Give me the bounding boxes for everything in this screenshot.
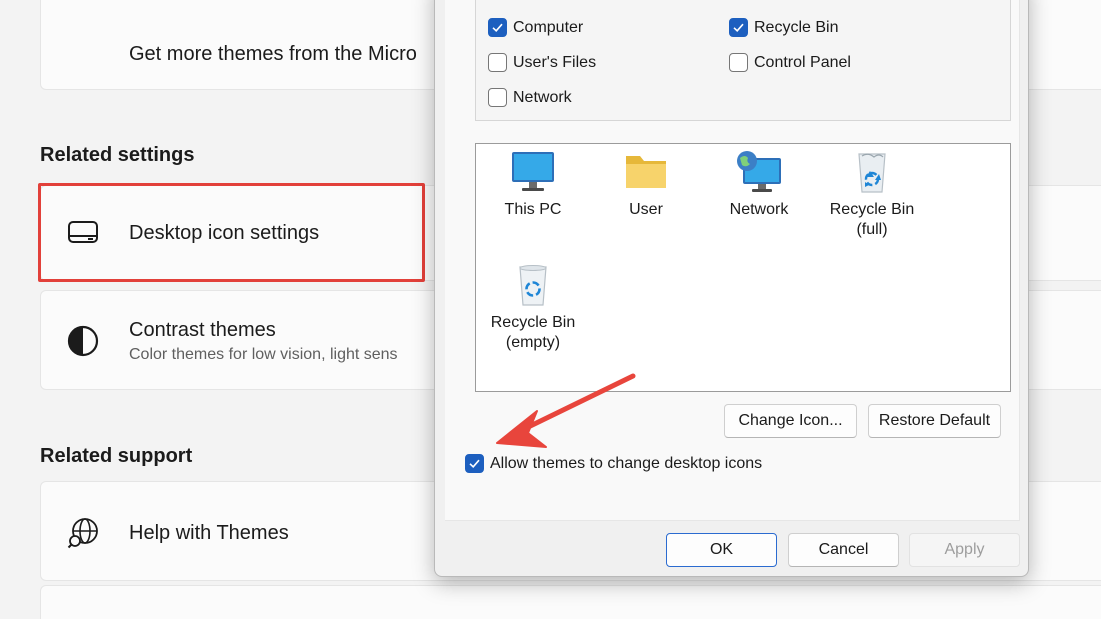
checkbox-recycle-bin[interactable]: Recycle Bin: [729, 18, 838, 37]
checkbox-users-files-label: User's Files: [513, 53, 597, 71]
desktop-icons-groupbox: Computer Recycle Bin User's Files Contro…: [475, 0, 1011, 121]
list-item-network-label: Network: [729, 201, 789, 218]
checkbox-computer[interactable]: Computer: [488, 18, 583, 37]
checkmark-icon: [469, 459, 480, 468]
list-item-recycle-bin-empty-label-2: (empty): [505, 334, 561, 351]
related-support-heading: Related support: [40, 445, 193, 467]
checkbox-network-box[interactable]: [488, 88, 507, 107]
checkbox-recycle-bin-label: Recycle Bin: [754, 18, 839, 36]
list-item-recycle-bin-full-label-2: (full): [856, 221, 888, 238]
list-item-recycle-bin-full[interactable]: Recycle Bin (full): [817, 150, 927, 240]
checkbox-users-files[interactable]: User's Files: [488, 53, 596, 72]
list-item-this-pc[interactable]: This PC: [478, 150, 588, 220]
checkbox-recycle-bin-box[interactable]: [729, 18, 748, 37]
list-item-network[interactable]: Network: [704, 150, 814, 220]
checkbox-control-panel-label: Control Panel: [754, 53, 851, 71]
list-item-recycle-bin-empty-label-1: Recycle Bin: [490, 314, 576, 331]
contrast-icon: [67, 325, 99, 362]
next-support-card[interactable]: [40, 585, 1101, 619]
dialog-panel: Computer Recycle Bin User's Files Contro…: [445, 0, 1020, 521]
restore-default-button[interactable]: Restore Default: [868, 404, 1001, 438]
desktop-icons-list[interactable]: This PC User Network Recycle Bin (full) …: [475, 143, 1011, 392]
desktop-icon-settings-label: Desktop icon settings: [129, 222, 320, 244]
checkbox-network[interactable]: Network: [488, 88, 572, 107]
checkbox-network-label: Network: [513, 88, 572, 106]
checkbox-users-files-box[interactable]: [488, 53, 507, 72]
list-item-recycle-bin-full-label-1: Recycle Bin: [829, 201, 915, 218]
globe-search-icon: [67, 516, 101, 555]
change-icon-button[interactable]: Change Icon...: [724, 404, 857, 438]
list-item-recycle-bin-empty[interactable]: Recycle Bin (empty): [478, 263, 588, 353]
desktop-icon-settings-dialog: Computer Recycle Bin User's Files Contro…: [434, 0, 1029, 577]
contrast-themes-description: Color themes for low vision, light sens: [129, 346, 398, 363]
network-icon: [737, 151, 781, 192]
cancel-button[interactable]: Cancel: [788, 533, 899, 567]
recycle-bin-empty-icon: [519, 265, 547, 306]
recycle-bin-full-icon: [858, 153, 886, 193]
checkbox-control-panel-box[interactable]: [729, 53, 748, 72]
related-settings-heading: Related settings: [40, 144, 195, 166]
list-item-user-label: User: [629, 201, 663, 218]
checkbox-allow-themes-box[interactable]: [465, 454, 484, 473]
list-item-this-pc-label: This PC: [504, 201, 562, 218]
checkbox-allow-themes[interactable]: Allow themes to change desktop icons: [465, 454, 762, 473]
help-with-themes-label: Help with Themes: [129, 522, 289, 544]
monitor-icon: [67, 220, 99, 251]
get-more-themes-link[interactable]: Get more themes from the Micro: [129, 43, 417, 66]
checkbox-allow-themes-label: Allow themes to change desktop icons: [490, 454, 763, 472]
ok-button[interactable]: OK: [666, 533, 777, 567]
contrast-themes-label: Contrast themes: [129, 319, 276, 341]
checkbox-computer-box[interactable]: [488, 18, 507, 37]
checkmark-icon: [733, 23, 744, 32]
this-pc-icon: [512, 152, 554, 191]
apply-button[interactable]: Apply: [909, 533, 1020, 567]
checkbox-computer-label: Computer: [513, 18, 584, 36]
checkmark-icon: [492, 23, 503, 32]
checkbox-control-panel[interactable]: Control Panel: [729, 53, 851, 72]
list-item-user[interactable]: User: [591, 150, 701, 220]
folder-icon: [626, 156, 666, 188]
